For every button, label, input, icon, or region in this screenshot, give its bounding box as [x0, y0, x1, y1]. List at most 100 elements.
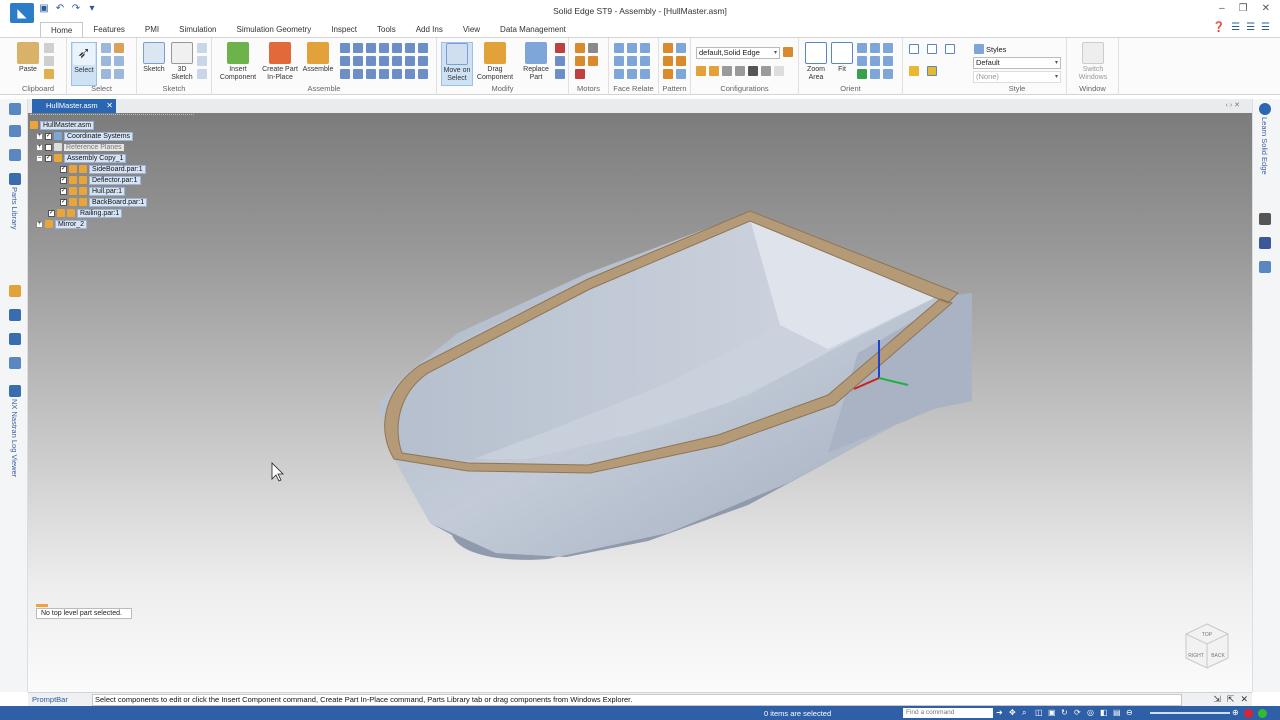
list-icon[interactable]: ☰	[1231, 22, 1240, 33]
navcube-right-label[interactable]: RIGHT	[1188, 653, 1204, 659]
relate-3-icon[interactable]	[366, 43, 376, 53]
online-status-icon[interactable]	[1258, 709, 1267, 718]
layout-icon[interactable]: ☰	[1246, 22, 1255, 33]
view-iso-1-icon[interactable]	[909, 44, 919, 54]
sketch-small-3-icon[interactable]	[197, 69, 207, 79]
sketch-button[interactable]: Sketch	[141, 42, 167, 74]
fit-status-icon[interactable]: ▣	[1048, 708, 1057, 717]
modify-small-1-icon[interactable]	[555, 43, 565, 53]
tab-pmi[interactable]: PMI	[135, 22, 169, 38]
relate-11-icon[interactable]	[379, 56, 389, 66]
tab-add-ins[interactable]: Add Ins	[406, 22, 453, 38]
orient-2-icon[interactable]	[870, 43, 880, 53]
face-8-icon[interactable]	[627, 69, 637, 79]
relate-4-icon[interactable]	[379, 43, 389, 53]
youtube-icon[interactable]	[1259, 213, 1271, 225]
relate-7-icon[interactable]	[418, 43, 428, 53]
sensors-tab-icon[interactable]	[9, 149, 21, 161]
insert-component-button[interactable]: Insert Component	[218, 42, 258, 82]
select-more-icon[interactable]	[114, 69, 124, 79]
learn-icon[interactable]	[1259, 103, 1271, 115]
orient-1-icon[interactable]	[857, 43, 867, 53]
record-icon[interactable]	[1244, 709, 1253, 718]
blog-icon[interactable]	[1259, 261, 1271, 273]
relate-17-icon[interactable]	[366, 69, 376, 79]
rotate-icon[interactable]: ↻	[1061, 708, 1070, 717]
settings-tab-icon[interactable]	[9, 333, 21, 345]
relate-15-icon[interactable]	[340, 69, 350, 79]
motor-5-icon[interactable]	[575, 69, 585, 79]
close-document-icon[interactable]: ✕	[106, 99, 113, 113]
face-1-icon[interactable]	[614, 43, 624, 53]
orient-6-icon[interactable]	[883, 56, 893, 66]
replace-part-button[interactable]: Replace Part	[519, 42, 553, 82]
relate-18-icon[interactable]	[379, 69, 389, 79]
select-lock-icon[interactable]	[114, 43, 124, 53]
help-icon[interactable]: ❓	[1213, 22, 1225, 33]
tab-simulation-geometry[interactable]: Simulation Geometry	[227, 22, 322, 38]
boat-model[interactable]	[28, 113, 1252, 692]
config-3-icon[interactable]	[722, 66, 732, 76]
relate-19-icon[interactable]	[392, 69, 402, 79]
drag-component-button[interactable]: Drag Component	[475, 42, 515, 82]
config-4-icon[interactable]	[735, 66, 745, 76]
select-filter-icon[interactable]	[101, 43, 111, 53]
assemble-button[interactable]: Assemble	[301, 42, 335, 74]
orient-8-icon[interactable]	[870, 69, 880, 79]
select-options-icon[interactable]	[101, 69, 111, 79]
close-icon[interactable]: ✕	[1262, 3, 1270, 14]
relate-12-icon[interactable]	[392, 56, 402, 66]
styles-icon[interactable]	[974, 44, 984, 54]
tab-data-management[interactable]: Data Management	[490, 22, 576, 38]
select-tools-icon[interactable]	[114, 56, 124, 66]
move-on-select-button[interactable]: Move on Select	[441, 42, 473, 86]
tab-home[interactable]: Home	[40, 22, 84, 38]
zoom-slider[interactable]	[1150, 712, 1230, 714]
view-iso-3-icon[interactable]	[945, 44, 955, 54]
modify-small-2-icon[interactable]	[555, 56, 565, 66]
modify-small-3-icon[interactable]	[555, 69, 565, 79]
sketch-small-1-icon[interactable]	[197, 43, 207, 53]
create-part-in-place-button[interactable]: Create Part In-Place	[260, 42, 300, 82]
navigation-cube[interactable]: TOP RIGHT BACK	[1182, 621, 1232, 671]
configuration-select[interactable]: default,Solid Edge ▾	[696, 47, 780, 59]
navcube-back-label[interactable]: BACK	[1211, 653, 1225, 659]
orient-3-icon[interactable]	[883, 43, 893, 53]
style-none-select[interactable]: (None) ▾	[973, 71, 1061, 83]
select-box-icon[interactable]	[101, 56, 111, 66]
orient-5-icon[interactable]	[870, 56, 880, 66]
relate-9-icon[interactable]	[353, 56, 363, 66]
minimize-icon[interactable]: –	[1219, 3, 1225, 14]
switch-windows-button[interactable]: Switch Windows	[1073, 42, 1113, 82]
config-2-icon[interactable]	[709, 66, 719, 76]
face-7-icon[interactable]	[614, 69, 624, 79]
shaded-edges-icon[interactable]	[927, 66, 937, 76]
orient-4-icon[interactable]	[857, 56, 867, 66]
relate-1-icon[interactable]	[340, 43, 350, 53]
learn-solid-edge-tab[interactable]: Learn Solid Edge	[1260, 117, 1269, 175]
pattern-5-icon[interactable]	[663, 69, 673, 79]
3d-sketch-button[interactable]: 3D Sketch	[169, 42, 195, 82]
zoom-icon[interactable]: ⌕	[1022, 708, 1031, 717]
help-tab-icon[interactable]	[9, 309, 21, 321]
pattern-6-icon[interactable]	[676, 69, 686, 79]
relate-10-icon[interactable]	[366, 56, 376, 66]
config-6-icon[interactable]	[761, 66, 771, 76]
parts-library-icon[interactable]	[9, 173, 21, 185]
graphics-viewport[interactable]: HullMaster.asm + ✓ Coordinate Systems + Ref…	[28, 113, 1252, 692]
face-3-icon[interactable]	[640, 43, 650, 53]
document-tab-arrows[interactable]: ‹ › ✕	[1226, 101, 1240, 109]
fit-button[interactable]: Fit	[831, 42, 853, 74]
zoom-out-icon[interactable]: ⊖	[1126, 708, 1135, 717]
document-tab-hullmaster[interactable]: HullMaster.asm ✕	[32, 99, 116, 113]
zoom-in-icon[interactable]: ⊕	[1232, 708, 1239, 717]
family-of-assemblies-icon[interactable]	[9, 285, 21, 297]
configuration-manager-icon[interactable]	[783, 47, 793, 57]
view-orient-icon[interactable]: ▤	[1113, 708, 1122, 717]
config-7-icon[interactable]	[774, 66, 784, 76]
view-tab-icon[interactable]	[9, 357, 21, 369]
relate-14-icon[interactable]	[418, 56, 428, 66]
config-1-icon[interactable]	[696, 66, 706, 76]
relate-6-icon[interactable]	[405, 43, 415, 53]
motor-4-icon[interactable]	[588, 56, 598, 66]
